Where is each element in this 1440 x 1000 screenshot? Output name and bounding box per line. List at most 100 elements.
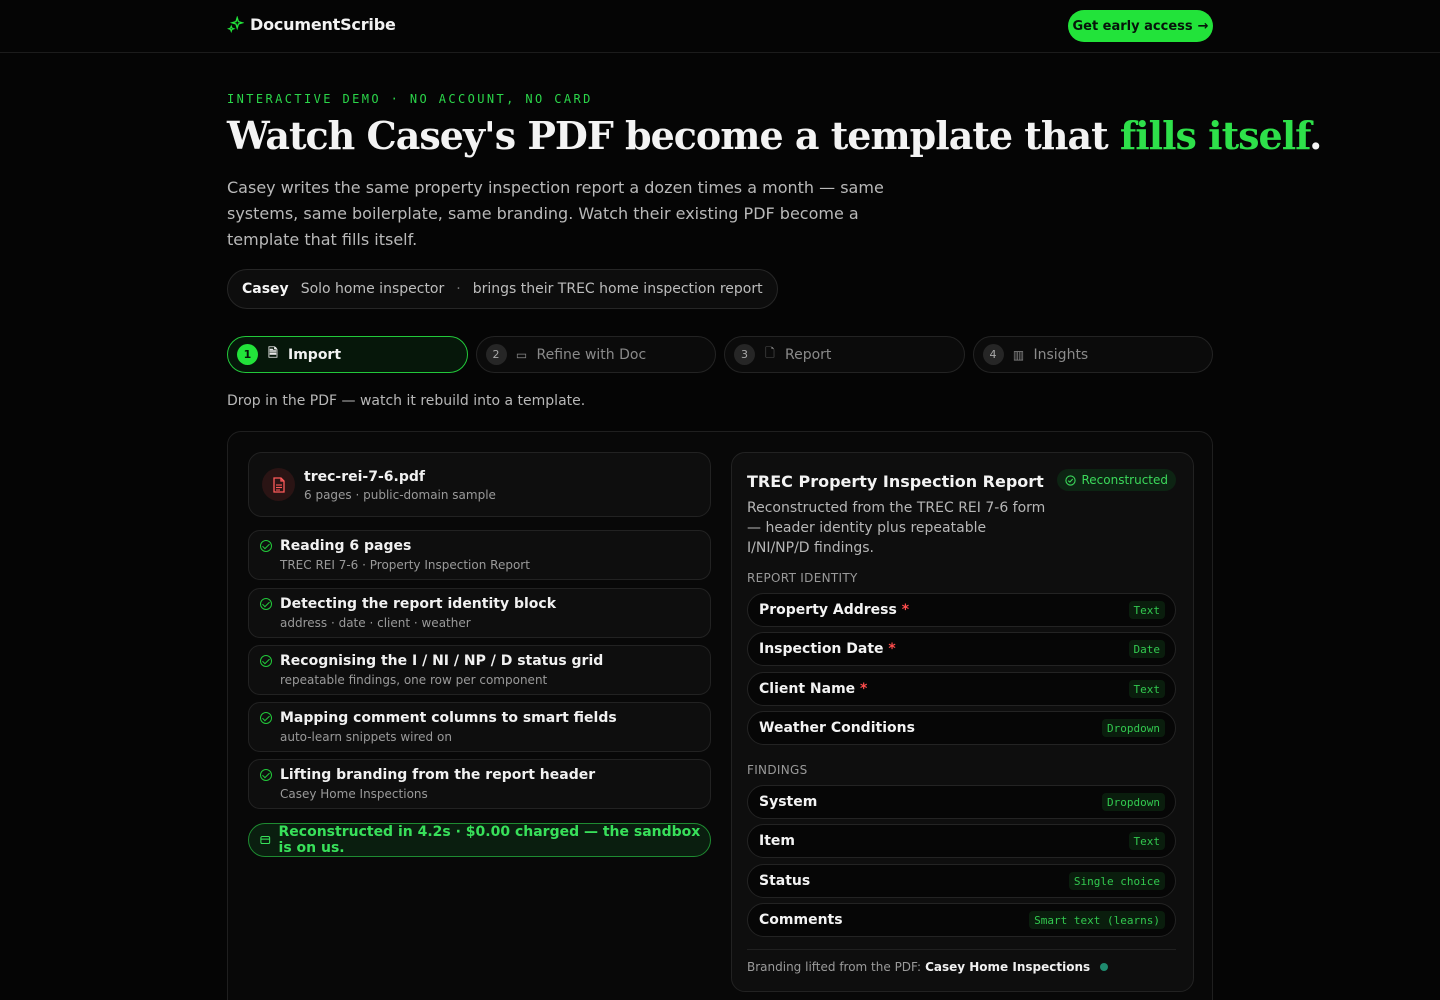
field-row[interactable]: Weather Conditions Dropdown	[747, 711, 1176, 745]
persona-role: Solo home inspector	[300, 281, 445, 297]
required-marker: *	[888, 641, 896, 657]
field-name: Comments	[759, 912, 843, 928]
task-title: Recognising the I / NI / NP / D status g…	[280, 653, 604, 669]
field-type-badge: Smart text (learns)	[1029, 911, 1165, 929]
lead-paragraph: Casey writes the same property inspectio…	[227, 178, 884, 249]
field-name: Inspection Date *	[759, 641, 896, 657]
field-type-badge: Text	[1128, 832, 1165, 850]
task-subtitle: TREC REI 7-6 · Property Inspection Repor…	[280, 558, 530, 572]
persona-brings: brings their TREC home inspection report	[472, 281, 763, 297]
title-main: Watch Casey's PDF become a template that	[227, 113, 1120, 158]
receipt-icon	[260, 835, 271, 845]
cta-label: Get early access	[1072, 18, 1193, 34]
task-subtitle: repeatable findings, one row per compone…	[280, 673, 548, 687]
tab-import[interactable]: 1 🗎 Import	[227, 336, 468, 373]
field-type-badge: Single choice	[1068, 872, 1165, 890]
step-number: 1	[237, 344, 258, 365]
field-name: Item	[759, 833, 795, 849]
section-label-findings: FINDINGS	[747, 763, 808, 777]
field-type-badge: Text	[1128, 680, 1165, 698]
field-name: Weather Conditions	[759, 720, 915, 736]
field-row[interactable]: Status Single choice	[747, 864, 1176, 898]
brand[interactable]: DocumentScribe	[227, 15, 396, 34]
status-badge: Reconstructed	[1057, 469, 1176, 491]
field-row[interactable]: Inspection Date * Date	[747, 632, 1176, 666]
tab-report[interactable]: 3 🗋 Report	[724, 336, 965, 373]
task-title: Mapping comment columns to smart fields	[280, 710, 617, 726]
title-end: .	[1309, 113, 1322, 158]
persona-name: Casey	[242, 281, 289, 297]
page-title: Watch Casey's PDF become a template that…	[227, 113, 1322, 158]
field-row[interactable]: Property Address * Text	[747, 593, 1176, 627]
branding-prefix: Branding lifted from the PDF:	[747, 960, 922, 974]
brand-color-swatch	[1100, 963, 1109, 971]
check-circle-icon	[260, 712, 272, 724]
list-item: Mapping comment columns to smart fields …	[248, 702, 711, 752]
persona-separator: ·	[456, 281, 461, 297]
bar-chart-icon: ▥	[1012, 347, 1025, 362]
required-marker: *	[860, 681, 868, 697]
top-bar: DocumentScribe Get early access →	[0, 0, 1440, 53]
step-label: Insights	[1033, 346, 1089, 363]
step-caption: Drop in the PDF — watch it rebuild into …	[227, 393, 586, 409]
file-name: trec-rei-7-6.pdf	[304, 469, 425, 485]
eyebrow: INTERACTIVE DEMO · NO ACCOUNT, NO CARD	[227, 92, 593, 106]
step-number: 4	[982, 344, 1004, 365]
file-meta: 6 pages · public-domain sample	[304, 488, 496, 502]
demo-panel: trec-rei-7-6.pdf 6 pages · public-domain…	[227, 431, 1213, 1000]
badge-label: Reconstructed	[1081, 473, 1168, 487]
task-subtitle: address · date · client · weather	[280, 616, 471, 630]
step-label: Import	[288, 346, 342, 363]
field-type-badge: Dropdown	[1102, 793, 1165, 811]
field-row[interactable]: System Dropdown	[747, 785, 1176, 819]
title-accent: fills itself	[1119, 113, 1310, 158]
field-name: Client Name *	[759, 681, 868, 697]
step-tabs: 1 🗎 Import 2 ▭ Refine with Doc 3 🗋 Repor…	[227, 336, 1213, 373]
required-marker: *	[901, 602, 910, 618]
sparkle-icon	[227, 16, 244, 33]
field-name: Status	[759, 873, 811, 889]
task-subtitle: Casey Home Inspections	[280, 787, 428, 801]
task-title: Detecting the report identity block	[280, 596, 557, 612]
list-item: Detecting the report identity block addr…	[248, 588, 711, 638]
success-text: Reconstructed in 4.2s · $0.00 charged — …	[278, 824, 701, 856]
check-circle-icon	[260, 540, 272, 552]
get-early-access-button[interactable]: Get early access →	[1068, 10, 1213, 42]
field-name: System	[759, 794, 818, 810]
divider	[747, 949, 1176, 950]
field-name: Property Address *	[759, 602, 910, 618]
check-circle-icon	[260, 598, 272, 610]
task-title: Reading 6 pages	[280, 538, 412, 554]
persona-pill: Casey Solo home inspector · brings their…	[227, 269, 778, 309]
chat-icon: ▭	[515, 347, 528, 362]
task-title: Lifting branding from the report header	[280, 767, 596, 783]
field-type-badge: Date	[1128, 640, 1165, 658]
field-row[interactable]: Item Text	[747, 824, 1176, 858]
step-label: Refine with Doc	[536, 346, 647, 363]
field-row[interactable]: Client Name * Text	[747, 672, 1176, 706]
file-icon: 🗎	[268, 346, 278, 360]
field-row[interactable]: Comments Smart text (learns)	[747, 903, 1176, 937]
template-description: Reconstructed from the TREC REI 7-6 form…	[747, 500, 1046, 556]
field-type-badge: Dropdown	[1102, 719, 1165, 737]
template-title: TREC Property Inspection Report	[747, 472, 1044, 491]
template-preview: TREC Property Inspection Report Reconstr…	[731, 452, 1194, 992]
step-label: Report	[785, 346, 832, 363]
tab-insights[interactable]: 4 ▥ Insights	[972, 336, 1213, 373]
step-number: 2	[485, 344, 507, 365]
section-label-identity: REPORT IDENTITY	[747, 571, 858, 585]
tab-refine-with-doc[interactable]: 2 ▭ Refine with Doc	[475, 336, 716, 373]
list-item: Reading 6 pages TREC REI 7-6 · Property …	[248, 530, 711, 580]
check-circle-icon	[1065, 474, 1077, 486]
pdf-file-icon	[262, 468, 295, 501]
list-item: Recognising the I / NI / NP / D status g…	[248, 645, 711, 695]
uploaded-file-card[interactable]: trec-rei-7-6.pdf 6 pages · public-domain…	[248, 452, 711, 517]
file-icon: 🗋	[765, 346, 775, 360]
check-circle-icon	[260, 769, 272, 781]
task-subtitle: auto-learn snippets wired on	[280, 730, 452, 744]
brand-name: DocumentScribe	[250, 15, 396, 34]
field-type-badge: Text	[1128, 601, 1165, 619]
check-circle-icon	[260, 655, 272, 667]
list-item: Lifting branding from the report header …	[248, 759, 711, 809]
step-number: 3	[734, 344, 755, 365]
